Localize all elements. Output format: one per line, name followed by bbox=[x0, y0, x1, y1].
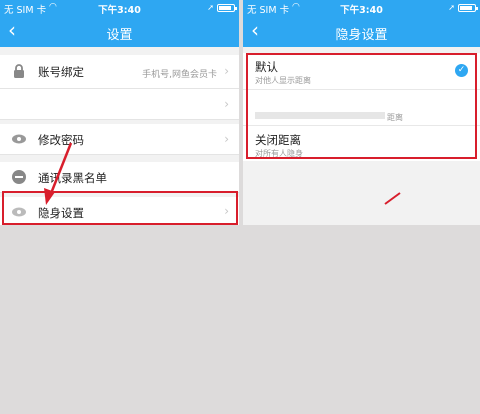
settings-screen: 无 SIM 卡 ◠ 下午3:40 ➚ ‹ 设置 账号绑定 手机号,网鱼会员卡 ›… bbox=[0, 0, 239, 225]
annotation-arrow bbox=[44, 142, 73, 205]
annotation-arrow-fragment bbox=[384, 192, 401, 205]
stealth-settings-screen: 无 SIM 卡 ◠ 下午3:40 ➚ ‹ 隐身设置 默认 对他人显示距离 ✓ 距… bbox=[243, 0, 480, 225]
